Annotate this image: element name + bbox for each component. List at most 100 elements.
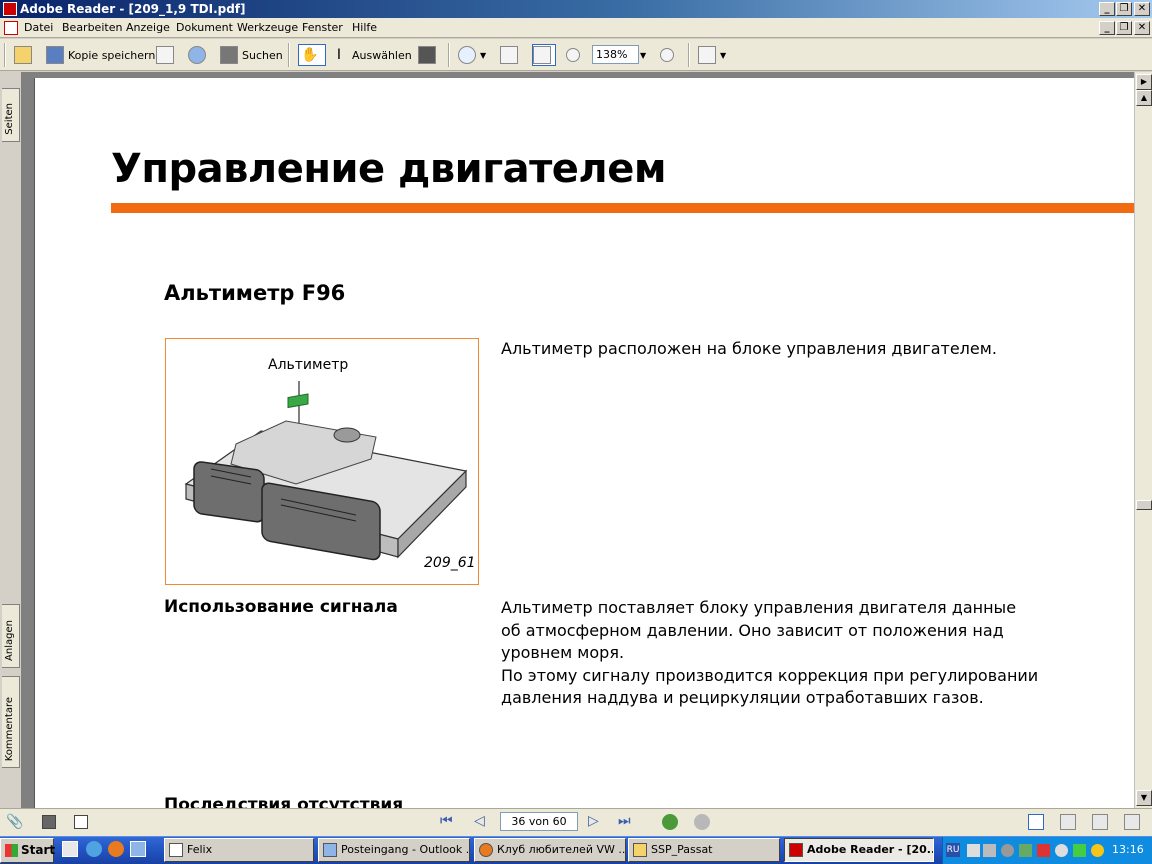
printer-icon — [156, 46, 174, 64]
print-button[interactable] — [156, 44, 178, 66]
first-page-button[interactable]: ⏮ — [440, 813, 453, 829]
tab-comments[interactable]: Kommentare — [2, 676, 20, 768]
internet-explorer-icon[interactable] — [86, 841, 102, 857]
antivirus-icon[interactable] — [1037, 844, 1050, 857]
binoculars-icon — [220, 46, 238, 64]
menu-datei[interactable]: Datei — [24, 21, 53, 34]
last-page-button[interactable]: ⏭ — [618, 813, 631, 829]
firefox-icon[interactable] — [108, 841, 124, 857]
page-title: Управление двигателем — [111, 146, 667, 192]
restore-button[interactable]: ❐ — [1116, 2, 1132, 16]
nvidia-icon[interactable] — [1073, 844, 1086, 857]
clock: 13:16 — [1112, 843, 1144, 856]
task-adobe-reader[interactable]: Adobe Reader - [20... — [784, 838, 934, 862]
zoom-in-tool-button[interactable]: ▼ — [458, 44, 486, 66]
outlook-quicklaunch-icon[interactable] — [130, 841, 146, 857]
zoom-in-button[interactable] — [660, 44, 678, 66]
signal-line: уровнем моря. — [501, 643, 625, 662]
minus-circle-icon — [566, 48, 580, 62]
open-button[interactable] — [14, 44, 36, 66]
fit-page-button[interactable] — [500, 44, 522, 66]
continuous-facing-view-icon[interactable] — [1124, 814, 1140, 830]
menu-bar: Datei Bearbeiten Anzeige Dokument Werkze… — [0, 18, 1152, 38]
cut-off-heading: Последствия отсутствия — [164, 795, 404, 808]
facing-view-icon[interactable] — [1092, 814, 1108, 830]
tray-util-icon[interactable] — [1019, 844, 1032, 857]
windows-logo-icon — [5, 844, 18, 857]
fit-width-button[interactable] — [532, 44, 556, 66]
adobe-reader-icon — [3, 2, 17, 16]
tray-app-icon[interactable] — [967, 844, 980, 857]
scroll-up-button[interactable]: ▲ — [1136, 90, 1152, 106]
window-title: Adobe Reader - [209_1,9 TDI.pdf] — [20, 2, 246, 16]
page-settings-icon[interactable] — [74, 815, 88, 829]
doc-close-button[interactable]: ✕ — [1134, 21, 1150, 35]
menu-bearbeiten[interactable]: Bearbeiten — [62, 21, 122, 34]
tab-attachments[interactable]: Anlagen — [2, 604, 20, 668]
search-button[interactable]: Suchen — [220, 44, 283, 66]
show-desktop-icon[interactable] — [62, 841, 78, 857]
single-page-view-icon[interactable] — [1028, 814, 1044, 830]
menu-dokument[interactable]: Dokument — [176, 21, 233, 34]
network-icon[interactable] — [983, 844, 996, 857]
folder-icon — [633, 843, 647, 857]
tab-pages-label: Seiten — [4, 103, 15, 135]
go-forward-icon[interactable] — [694, 814, 710, 830]
tray-status-icon[interactable] — [1055, 844, 1068, 857]
page-number-field[interactable]: 36 von 60 — [500, 812, 578, 831]
signal-line: Альтиметр поставляет блоку управления дв… — [501, 598, 1017, 617]
go-back-icon[interactable] — [662, 814, 678, 830]
task-label: Клуб любителей VW ... — [497, 843, 626, 856]
hand-icon: ✋ — [301, 47, 319, 63]
menu-fenster[interactable]: Fenster — [302, 21, 343, 34]
zoom-input[interactable]: 138% — [592, 45, 639, 64]
rotate-button[interactable]: ▼ — [698, 44, 726, 66]
paperclip-icon[interactable]: 📎 — [6, 814, 23, 830]
tab-attachments-label: Anlagen — [4, 620, 15, 661]
save-copy-button[interactable]: Kopie speichern — [46, 44, 155, 66]
doc-minimize-button[interactable]: _ — [1099, 21, 1115, 35]
section-title: Альтиметр F96 — [164, 281, 346, 305]
zoom-dropdown-button[interactable]: ▼ — [640, 44, 646, 66]
pdf-page: Управление двигателем Альтиметр F96 Альт… — [34, 78, 1134, 808]
signal-line: По этому сигналу производится коррекция … — [501, 665, 1039, 685]
menu-hilfe[interactable]: Hilfe — [352, 21, 377, 34]
language-indicator[interactable]: RU — [946, 843, 960, 857]
start-button[interactable]: Start — [0, 838, 55, 863]
document-viewport[interactable]: Управление двигателем Альтиметр F96 Альт… — [22, 72, 1134, 808]
task-felix[interactable]: Felix — [164, 838, 314, 862]
task-ssp-passat[interactable]: SSP_Passat — [628, 838, 780, 862]
tray-sun-icon[interactable] — [1091, 844, 1104, 857]
hand-tool-button[interactable]: ✋ — [298, 44, 326, 66]
document-icon — [4, 21, 18, 35]
task-vw-club[interactable]: Клуб любителей VW ... — [474, 838, 626, 862]
dropdown-arrow-icon: ▼ — [480, 50, 487, 60]
snapshot-button[interactable] — [418, 44, 440, 66]
minimize-button[interactable]: _ — [1099, 2, 1115, 16]
signal-line: об атмосферном давлении. Оно зависит от … — [501, 620, 1004, 640]
menu-anzeige[interactable]: Anzeige — [126, 21, 170, 34]
vertical-scrollbar[interactable]: ▶ ▲ ▼ — [1134, 72, 1152, 808]
doc-restore-button[interactable]: ❐ — [1116, 21, 1132, 35]
next-page-button[interactable]: ▷ — [588, 813, 599, 829]
task-outlook[interactable]: Posteingang - Outlook ... — [318, 838, 470, 862]
continuous-view-icon[interactable] — [1060, 814, 1076, 830]
tab-pages[interactable]: Seiten — [2, 88, 20, 142]
scroll-down-button[interactable]: ▼ — [1136, 790, 1152, 806]
email-button[interactable] — [188, 44, 210, 66]
menu-werkzeuge[interactable]: Werkzeuge — [237, 21, 298, 34]
previous-page-button[interactable]: ◁ — [474, 813, 485, 829]
zoom-out-button[interactable] — [566, 44, 584, 66]
signal-paragraph: Альтиметр поставляет блоку управления дв… — [501, 597, 1038, 710]
folder-icon — [14, 46, 32, 64]
title-bar: Adobe Reader - [209_1,9 TDI.pdf] — [0, 0, 1152, 18]
tray-disc-icon[interactable] — [1001, 844, 1014, 857]
magnifier-plus-icon — [458, 46, 476, 64]
scroll-thumb[interactable] — [1136, 500, 1152, 510]
select-tool-button[interactable]: I Auswählen — [330, 44, 412, 66]
monitor-icon[interactable] — [42, 815, 56, 829]
ecu-illustration — [184, 381, 468, 561]
tab-comments-label: Kommentare — [4, 696, 15, 761]
close-button[interactable]: ✕ — [1134, 2, 1150, 16]
pane-expand-icon[interactable]: ▶ — [1136, 74, 1152, 90]
